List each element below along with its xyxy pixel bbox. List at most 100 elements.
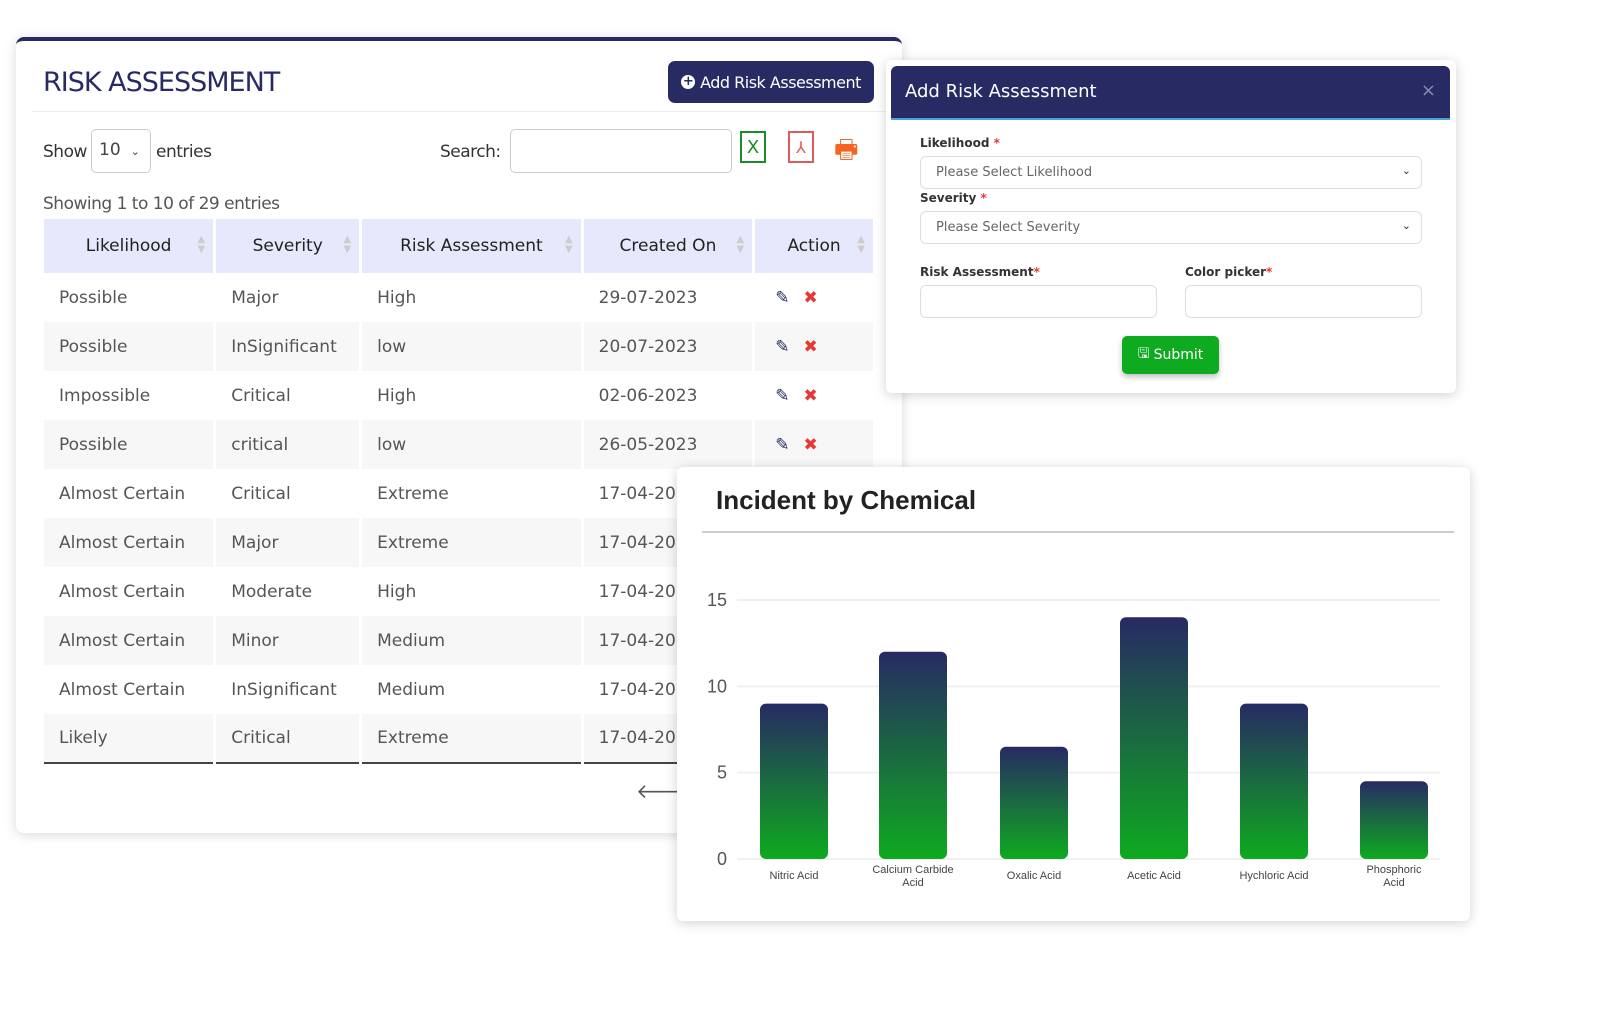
table-cell: Minor (214, 616, 363, 665)
table-cell: Critical (214, 371, 363, 420)
column-header-severity[interactable]: Severity ▲ ▼ (214, 219, 363, 273)
y-tick-label: 10 (707, 676, 727, 696)
plus-circle-icon: + (681, 74, 696, 89)
chevron-down-icon: ⌄ (1401, 164, 1411, 177)
risk-assessment-input[interactable] (920, 285, 1157, 318)
column-header-action[interactable]: Action ▲ ▼ (753, 219, 876, 273)
close-icon[interactable]: × (1421, 80, 1436, 101)
table-info: Showing 1 to 10 of 29 entries (43, 194, 280, 214)
table-cell: Extreme (360, 469, 584, 518)
table-cell: Almost Certain (44, 518, 217, 567)
edit-pencil-icon[interactable]: ✎ (775, 386, 789, 406)
table-cell: 26-05-2023 (582, 420, 756, 469)
incident-chart-card: 0 5 10 15 Nitric Acid Calcium Carbide Acid Oxal… (677, 467, 1470, 921)
table-cell: critical (214, 420, 363, 469)
table-cell: Critical (214, 469, 363, 518)
bar[interactable] (879, 651, 947, 859)
table-cell: Possible (44, 420, 217, 469)
table-cell: Major (214, 273, 363, 322)
x-tick-label: Acetic Acid (1127, 870, 1181, 882)
color-picker-input[interactable] (1185, 285, 1422, 318)
table-cell: 29-07-2023 (582, 273, 756, 322)
x-tick-label: Phosphoric (1366, 864, 1422, 876)
chevron-down-icon: ⌄ (1401, 219, 1411, 232)
bar[interactable] (1120, 617, 1188, 859)
sort-icon: ▲ ▼ (197, 234, 206, 255)
sort-icon: ▲ ▼ (736, 234, 745, 255)
table-cell: Critical (214, 714, 363, 764)
bar[interactable] (1360, 781, 1428, 859)
entries-select[interactable]: 10 ⌄ (91, 129, 151, 173)
excel-icon[interactable]: X (740, 131, 766, 163)
table-cell: Likely (44, 714, 217, 764)
bar[interactable] (1240, 703, 1308, 859)
show-label: Show (43, 142, 87, 162)
print-icon[interactable]: 🖶 (834, 131, 859, 175)
table-cell: High (360, 273, 584, 322)
edit-pencil-icon[interactable]: ✎ (775, 435, 789, 455)
sort-icon: ▲ ▼ (343, 234, 352, 255)
bar[interactable] (1000, 746, 1068, 859)
column-header-risk-assessment[interactable]: Risk Assessment ▲ ▼ (360, 219, 584, 273)
table-row: Impossible Critical High 02-06-2023 ✎ ✖ (44, 371, 876, 420)
bar-chart: 051015Nitric Acid Calcium CarbideAcidOxal… (707, 590, 1440, 889)
save-icon: 🖫 (1137, 346, 1150, 362)
y-tick-label: 0 (717, 849, 727, 869)
delete-x-icon[interactable]: ✖ (803, 386, 817, 406)
table-cell: Almost Certain (44, 469, 217, 518)
edit-pencil-icon[interactable]: ✎ (775, 288, 789, 308)
pdf-icon[interactable]: ⅄ (788, 131, 814, 163)
delete-x-icon[interactable]: ✖ (803, 288, 817, 308)
divider (32, 111, 886, 112)
action-cell: ✎✖ (753, 273, 876, 322)
sort-icon: ▲ ▼ (564, 234, 573, 255)
risk-assessment-label: Risk Assessment* (920, 265, 1040, 279)
action-cell: ✎✖ (753, 371, 876, 420)
column-header-created-on[interactable]: Created On ▲ ▼ (582, 219, 756, 273)
page-title: RISK ASSESSMENT (43, 67, 280, 98)
delete-x-icon[interactable]: ✖ (803, 435, 817, 455)
x-tick-label: Acid (1383, 877, 1404, 889)
table-cell: Medium (360, 616, 584, 665)
table-cell: Possible (44, 322, 217, 371)
table-cell: Extreme (360, 518, 584, 567)
divider (702, 531, 1454, 533)
table-cell: Major (214, 518, 363, 567)
table-row: Possible critical low 26-05-2023 ✎ ✖ (44, 420, 876, 469)
search-label: Search: (440, 142, 501, 162)
severity-select[interactable]: Please Select Severity ⌄ (920, 211, 1422, 244)
severity-label: Severity * (920, 191, 987, 205)
table-cell: low (360, 420, 584, 469)
edit-pencil-icon[interactable]: ✎ (775, 337, 789, 357)
color-picker-label: Color picker* (1185, 265, 1273, 279)
table-cell: Almost Certain (44, 616, 217, 665)
table-cell: Possible (44, 273, 217, 322)
chart-title: Incident by Chemical (716, 485, 977, 515)
add-risk-assessment-button[interactable]: + Add Risk Assessment (668, 61, 874, 103)
table-row: Possible InSignificant low 20-07-2023 ✎ ✖ (44, 322, 876, 371)
x-tick-label: Oxalic Acid (1007, 870, 1061, 882)
table-cell: 20-07-2023 (582, 322, 756, 371)
column-header-likelihood[interactable]: Likelihood ▲ ▼ (44, 219, 217, 273)
table-cell: low (360, 322, 584, 371)
chevron-down-icon: ⌄ (130, 145, 140, 158)
table-cell: Moderate (214, 567, 363, 616)
sort-icon: ▲ ▼ (857, 234, 865, 255)
likelihood-label: Likelihood * (920, 136, 1000, 150)
table-cell: High (360, 371, 584, 420)
y-tick-label: 15 (707, 590, 727, 610)
entries-value: 10 (99, 140, 121, 160)
table-cell: Medium (360, 665, 584, 714)
bar[interactable] (760, 703, 828, 859)
action-cell: ✎✖ (753, 420, 876, 469)
likelihood-select[interactable]: Please Select Likelihood ⌄ (920, 156, 1422, 189)
search-input[interactable] (510, 129, 732, 173)
y-tick-label: 5 (717, 763, 727, 783)
x-tick-label: Acid (902, 877, 923, 889)
modal-header: Add Risk Assessment × (891, 66, 1450, 120)
x-tick-label: Hychloric Acid (1239, 870, 1308, 882)
delete-x-icon[interactable]: ✖ (803, 337, 817, 357)
table-cell: InSignificant (214, 322, 363, 371)
submit-button[interactable]: 🖫 Submit (1122, 336, 1219, 374)
table-cell: InSignificant (214, 665, 363, 714)
